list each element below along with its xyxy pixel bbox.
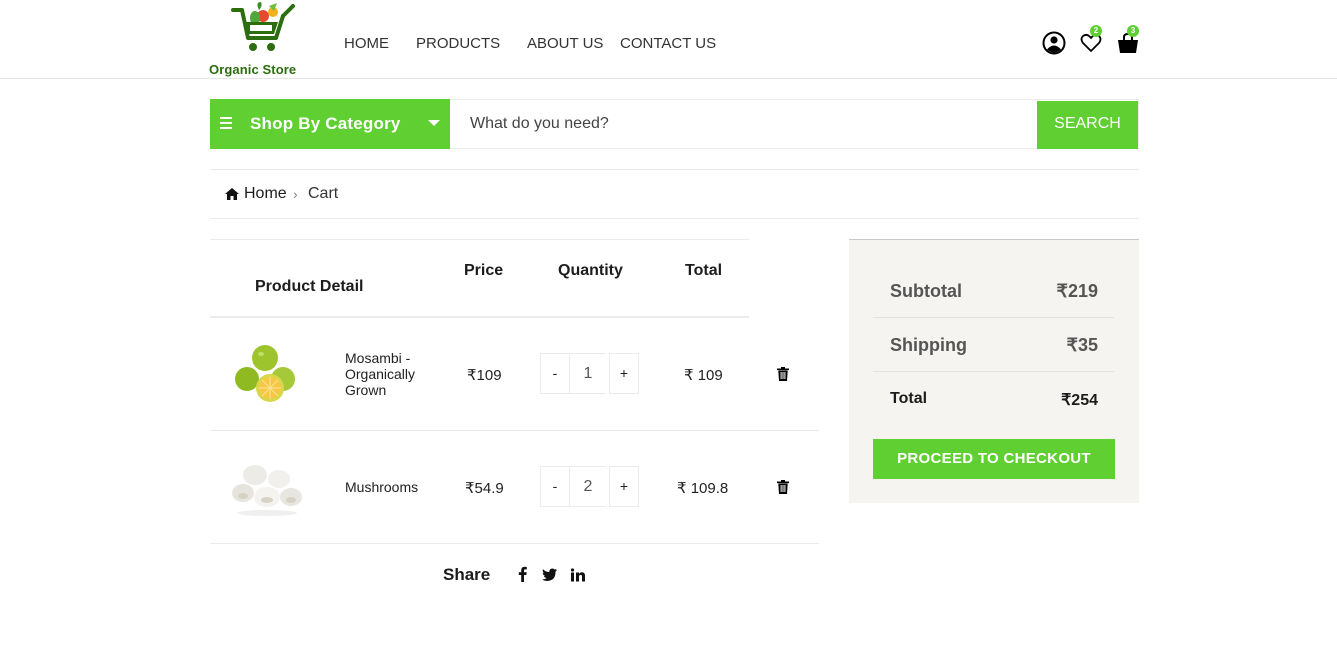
total-row: Total ₹254 [873,372,1114,426]
linkedin-icon[interactable] [571,567,585,583]
increase-quantity-button[interactable]: + [609,466,639,507]
nav-home[interactable]: HOME [344,35,389,52]
quantity-input[interactable] [570,466,606,507]
nav-contact-us[interactable]: CONTACT US [620,35,716,52]
cart-count-badge: 3 [1127,25,1139,37]
caret-down-icon [428,120,440,126]
share-label: Share [443,565,491,584]
shipping-label: Shipping [890,335,967,355]
subtotal-value: ₹219 [1056,281,1098,301]
table-row: Mushrooms ₹54.9 - + ₹ 109.8 [210,431,819,544]
total-value: ₹254 [1061,392,1098,409]
nav-about-us[interactable]: ABOUT US [527,35,603,52]
trash-icon[interactable] [777,480,789,494]
shipping-value: ₹35 [1066,335,1098,355]
subtotal-label: Subtotal [890,281,962,301]
quantity-input[interactable] [570,353,606,394]
search-button[interactable]: SEARCH [1037,101,1138,149]
total-label: Total [890,390,928,407]
column-quantity: Quantity [558,262,623,279]
line-total: ₹ 109 [684,367,723,384]
line-total: ₹ 109.8 [677,480,729,497]
product-name[interactable]: Mushrooms [345,479,435,495]
home-icon [225,188,239,200]
increase-quantity-button[interactable]: + [609,353,639,394]
mosambi-image [227,338,307,408]
search-input[interactable] [450,100,1038,148]
decrease-quantity-button[interactable]: - [540,353,570,394]
breadcrumb: Home › Cart [210,169,1139,219]
decrease-quantity-button[interactable]: - [540,466,570,507]
product-price: ₹54.9 [465,480,504,497]
nav-products[interactable]: PRODUCTS [416,35,500,52]
chevron-right-icon: › [293,186,298,202]
heart-icon[interactable]: 2 [1079,25,1103,55]
search-form: SEARCH [450,99,1139,149]
twitter-icon[interactable] [542,567,557,583]
user-circle-icon[interactable] [1042,31,1066,55]
site-header: Organic Store HOME PRODUCTS ABOUT US CON… [0,0,1337,79]
store-name: Organic Store [209,62,297,77]
store-logo[interactable]: Organic Store [209,2,301,77]
cart-summary: Subtotal ₹219 Shipping ₹35 Total ₹254 PR… [849,239,1139,503]
shop-by-category-button[interactable]: Shop By Category [210,99,450,149]
breadcrumb-current: Cart [308,185,339,202]
shopping-bag-icon[interactable]: 3 [1116,25,1140,55]
wishlist-count-badge: 2 [1090,25,1102,37]
product-name[interactable]: Mosambi - Organically Grown [345,350,435,398]
shipping-row: Shipping ₹35 [873,318,1114,372]
menu-icon [220,117,232,132]
category-label: Shop By Category [250,114,401,133]
cart-logo-icon [231,2,295,51]
proceed-to-checkout-button[interactable]: PROCEED TO CHECKOUT [873,439,1115,479]
cart-table-header: Product Detail Price Quantity Total [210,239,749,318]
table-row: Mosambi - Organically Grown ₹109 - + ₹ 1… [210,318,819,431]
column-price: Price [464,262,504,279]
product-price: ₹109 [467,367,502,384]
trash-icon[interactable] [777,367,789,381]
breadcrumb-home-label: Home [244,185,287,202]
mushrooms-image [227,453,307,523]
breadcrumb-home[interactable]: Home [225,185,287,203]
column-total: Total [685,262,723,279]
facebook-icon[interactable] [518,566,527,582]
column-product: Product Detail [255,278,364,295]
subtotal-row: Subtotal ₹219 [873,264,1114,318]
